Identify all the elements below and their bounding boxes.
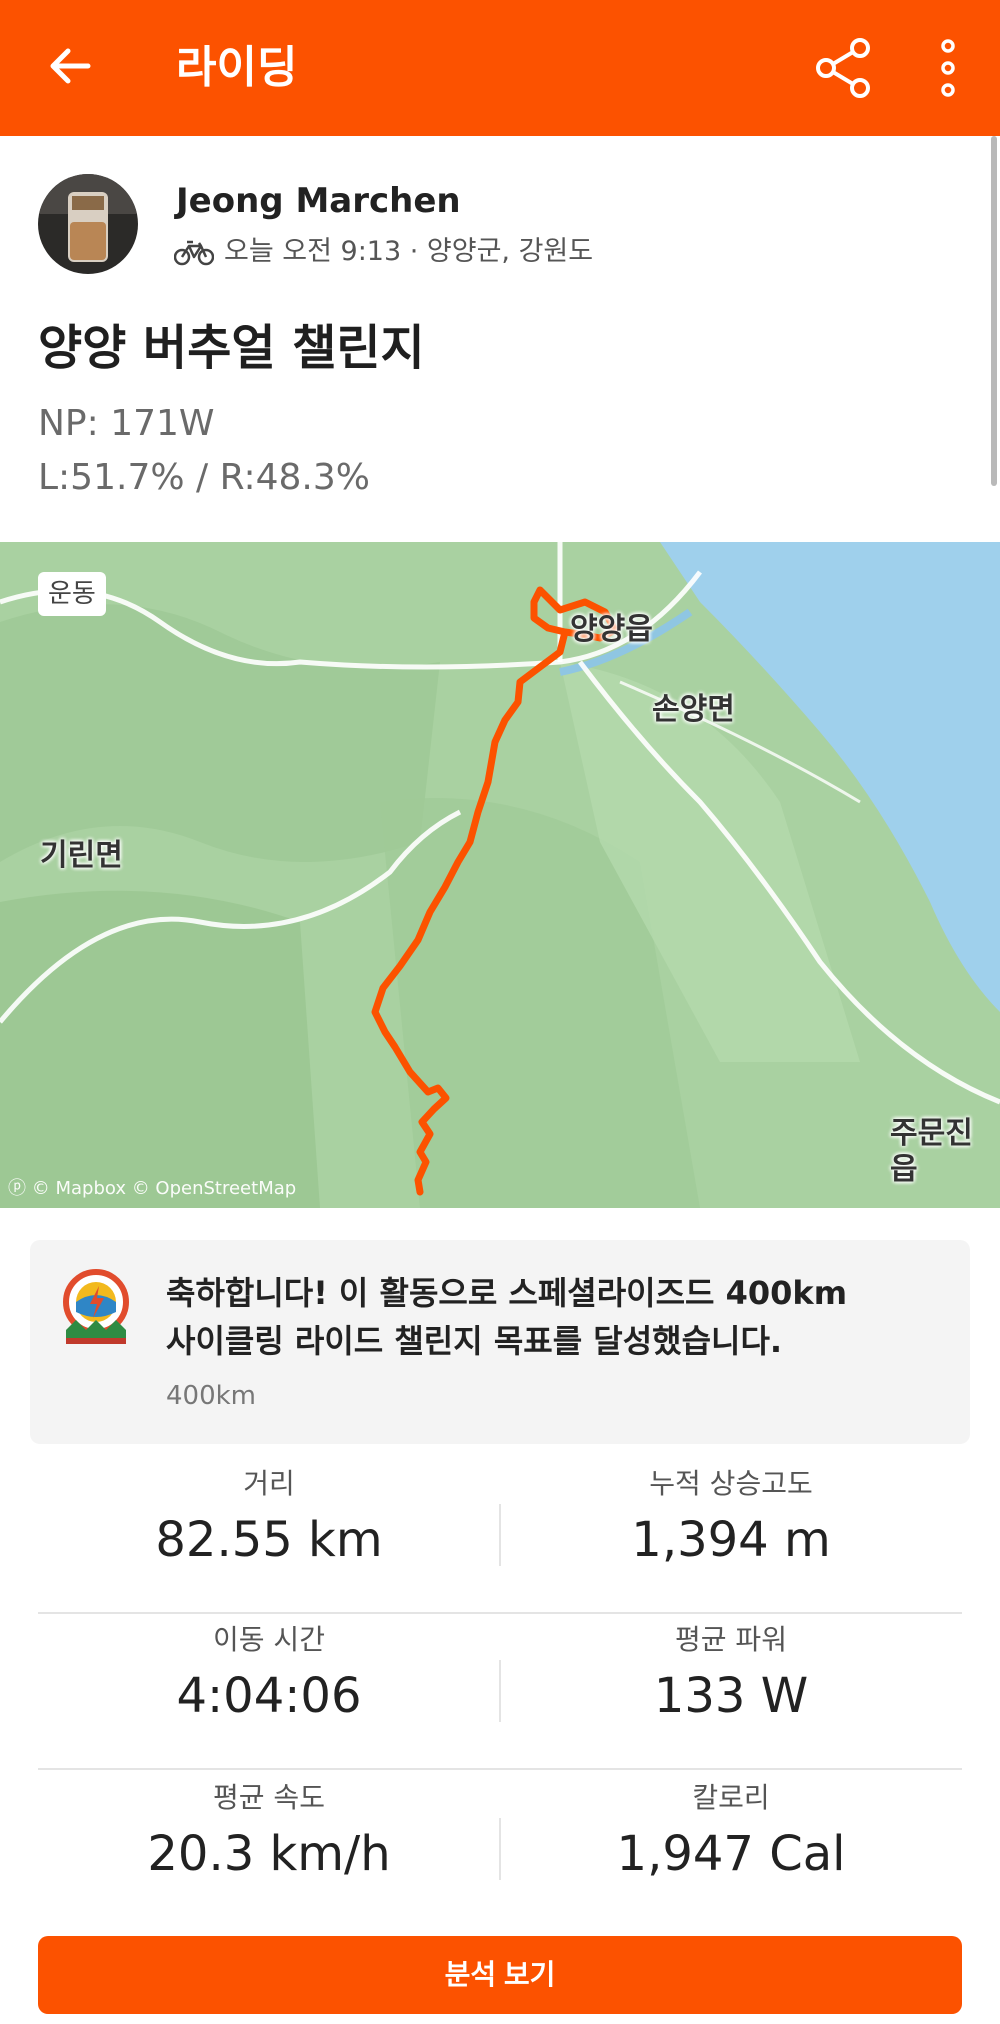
achievement-goal: 400km xyxy=(166,1381,257,1411)
activity-title: 양양 버추얼 챌린지 xyxy=(38,320,425,376)
map-place-label: 손양면 xyxy=(652,692,735,727)
map-attribution-text: © Mapbox © OpenStreetMap xyxy=(31,1178,297,1199)
achievement-card[interactable]: 축하합니다! 이 활동으로 스페셜라이즈드 400km 사이클링 라이드 챌린지… xyxy=(30,1240,970,1444)
map-place-label: 양양읍 xyxy=(570,612,653,647)
activity-meta-text: 오늘 오전 9:13 · 양양군, 강원도 xyxy=(224,236,594,267)
row-divider xyxy=(38,1768,962,1770)
stat-distance: 거리 82.55 km xyxy=(38,1464,500,1570)
achievement-message-line2: 사이클링 라이드 챌린지 목표를 달성했습니다. xyxy=(166,1322,783,1360)
page-title: 라이딩 xyxy=(176,42,298,93)
stat-value: 133 W xyxy=(653,1668,809,1724)
challenge-badge-icon xyxy=(63,1269,129,1344)
scrollbar[interactable] xyxy=(991,136,997,486)
activity-description-line: NP: 171W xyxy=(38,403,215,444)
activity-description-line: L:51.7% / R:48.3% xyxy=(38,457,370,498)
stat-label: 거리 xyxy=(243,1467,295,1500)
stat-value: 4:04:06 xyxy=(176,1668,362,1724)
share-icon[interactable] xyxy=(812,36,876,100)
athlete-name[interactable]: Jeong Marchen xyxy=(176,180,461,222)
stat-label: 칼로리 xyxy=(692,1781,770,1814)
more-vertical-icon[interactable] xyxy=(928,36,968,100)
stat-label: 평균 파워 xyxy=(675,1623,787,1656)
stat-label: 평균 속도 xyxy=(213,1781,325,1814)
bicycle-icon xyxy=(174,240,214,266)
map-place-label: 주문진읍 xyxy=(890,1116,973,1187)
achievement-message-line1: 축하합니다! 이 활동으로 스페셜라이즈드 400km xyxy=(166,1274,848,1312)
stat-elevation-gain: 누적 상승고도 1,394 m xyxy=(500,1464,962,1570)
route-map[interactable]: 운동 양양읍 손양면 기린면 주문진읍 ⓟ © Mapbox © OpenStr… xyxy=(0,542,1000,1208)
stat-label: 누적 상승고도 xyxy=(649,1467,813,1500)
row-divider xyxy=(38,1612,962,1614)
stat-value: 1,394 m xyxy=(631,1512,831,1568)
view-analysis-button[interactable]: 분석 보기 xyxy=(38,1936,962,2014)
map-attribution[interactable]: ⓟ © Mapbox © OpenStreetMap xyxy=(8,1178,296,1200)
app-bar: 라이딩 xyxy=(0,0,1000,136)
stat-label: 이동 시간 xyxy=(213,1623,325,1656)
activity-meta: 오늘 오전 9:13 · 양양군, 강원도 xyxy=(174,234,593,270)
avatar[interactable] xyxy=(38,174,138,274)
activity-type-badge: 운동 xyxy=(38,572,106,616)
stat-average-speed: 평균 속도 20.3 km/h xyxy=(38,1778,500,1884)
stat-value: 1,947 Cal xyxy=(616,1826,846,1882)
stat-calories: 칼로리 1,947 Cal xyxy=(500,1778,962,1884)
arrow-left-icon[interactable] xyxy=(40,36,100,96)
stat-value: 82.55 km xyxy=(155,1512,383,1568)
stat-value: 20.3 km/h xyxy=(147,1826,391,1882)
map-canvas xyxy=(0,542,1000,1208)
stat-moving-time: 이동 시간 4:04:06 xyxy=(38,1620,500,1726)
mapbox-logo-icon: ⓟ xyxy=(8,1178,32,1199)
stat-average-power: 평균 파워 133 W xyxy=(500,1620,962,1726)
map-place-label: 기린면 xyxy=(40,838,123,873)
